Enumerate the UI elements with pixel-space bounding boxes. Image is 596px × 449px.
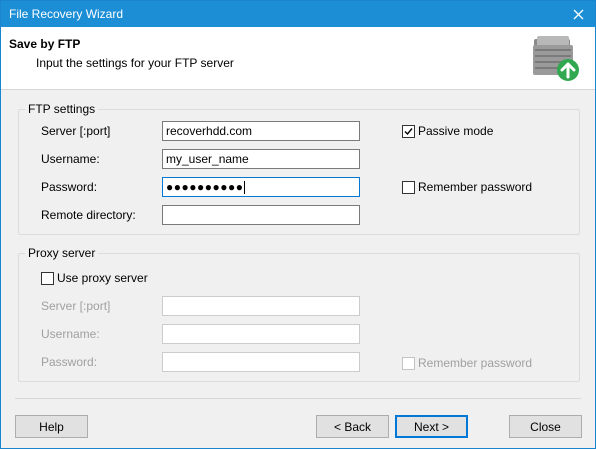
back-button[interactable]: < Back: [316, 415, 389, 438]
checkmark-icon: [404, 127, 413, 135]
checkbox-box: [402, 356, 415, 370]
checkbox-box: [402, 124, 415, 138]
ftp-server-label: Server [:port]: [41, 124, 111, 138]
use-proxy-label: Use proxy server: [57, 271, 148, 285]
next-button[interactable]: Next >: [395, 415, 468, 438]
ftp-username-label: Username:: [41, 152, 100, 166]
close-window-button[interactable]: [561, 1, 595, 27]
proxy-password-label: Password:: [41, 355, 98, 369]
ftp-folder-icon: [533, 36, 579, 81]
wizard-window: File Recovery Wizard Save by FTP Input t…: [0, 0, 596, 449]
window-title: File Recovery Wizard: [9, 7, 124, 21]
wizard-header: Save by FTP Input the settings for your …: [1, 27, 595, 90]
checkbox-box: [41, 271, 54, 285]
proxy-remember-password-label: Remember password: [418, 356, 533, 370]
proxy-server-legend: Proxy server: [28, 246, 96, 260]
ftp-password-label: Password:: [41, 180, 98, 194]
ftp-remote-dir-input[interactable]: [162, 205, 360, 225]
ftp-remote-dir-label: Remote directory:: [41, 208, 136, 222]
proxy-username-input: [162, 324, 360, 344]
ftp-settings-legend: FTP settings: [28, 102, 96, 116]
ftp-username-input[interactable]: my_user_name: [162, 149, 360, 169]
page-subtitle: Input the settings for your FTP server: [36, 56, 234, 70]
password-mask: ●●●●●●●●●●: [166, 180, 244, 194]
ftp-server-input[interactable]: recoverhdd.com: [162, 121, 360, 141]
ftp-password-input[interactable]: ●●●●●●●●●●: [162, 177, 360, 197]
text-caret: [244, 181, 246, 195]
proxy-server-label: Server [:port]: [41, 299, 111, 313]
title-bar[interactable]: File Recovery Wizard: [1, 1, 595, 27]
close-icon: [573, 9, 583, 19]
page-title: Save by FTP: [9, 37, 81, 51]
proxy-password-input: [162, 352, 360, 372]
passive-mode-label: Passive mode: [418, 124, 494, 138]
passive-mode-checkbox[interactable]: Passive mode: [402, 124, 493, 138]
help-button[interactable]: Help: [15, 415, 88, 438]
ftp-remember-password-checkbox[interactable]: Remember password: [402, 180, 532, 194]
ftp-remember-password-label: Remember password: [418, 180, 533, 194]
proxy-server-input: [162, 296, 360, 316]
footer-divider: [15, 398, 581, 399]
use-proxy-checkbox[interactable]: Use proxy server: [41, 271, 148, 285]
proxy-username-label: Username:: [41, 327, 100, 341]
close-button[interactable]: Close: [509, 415, 582, 438]
checkbox-box: [402, 180, 415, 194]
proxy-remember-password-checkbox: Remember password: [402, 356, 532, 370]
